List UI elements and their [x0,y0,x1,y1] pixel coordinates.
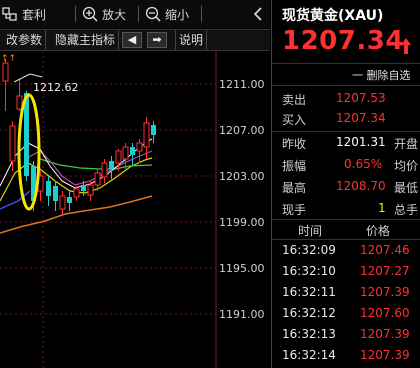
last-price: 1207.34 [282,26,404,56]
tick-price: 1207.60 [360,306,410,320]
indicator-tabs: 改参数 隐藏主指标 ◀ ➡ 说明 [0,29,270,51]
candle-body [53,186,58,201]
candle-body [59,195,66,210]
candle-body [115,150,122,164]
tick-price: 1207.39 [360,327,410,341]
tick-time: 16:32:13 [282,327,336,341]
toolbar-divider [138,6,139,22]
candle-body [143,122,150,148]
candle-body [73,188,80,198]
total-label: 总手 [394,203,419,217]
divider [272,63,420,64]
cursor-marker: ↑↑ [1,54,16,64]
tab-prev-button[interactable]: ◀ [122,32,142,48]
candle-body [46,181,51,196]
tick-time: 16:32:12 [282,306,336,320]
candles [2,59,156,216]
tab-edit-params[interactable]: 改参数 [3,30,47,50]
candle-body [136,142,143,152]
candle-body [94,172,101,186]
ma-white-line [0,138,153,189]
zoom-in-button[interactable]: 放大 [82,4,126,24]
buy-value: 1207.34 [336,111,386,125]
time-column-header: 时间 [298,224,323,238]
divider [272,239,420,240]
chart-toolbar: 套利 放大 缩小 [0,0,270,28]
toolbar-divider [75,6,76,22]
price-column-header: 价格 [366,224,391,238]
back-button[interactable] [250,5,266,23]
divider [272,219,420,220]
price-tick: 1195.00 [219,262,265,275]
arbitrage-label: 套利 [22,7,47,22]
candle-body [130,147,135,155]
candle-body [16,95,23,110]
peak-price-label: 1212.62 [33,81,79,94]
divider [272,131,420,132]
sell-label: 卖出 [282,93,307,107]
zoom-in-label: 放大 [102,7,127,22]
high-label: 最高 [282,181,307,195]
sell-value: 1207.53 [336,91,386,105]
candle-body [67,197,72,203]
tick-price: 1207.46 [360,243,410,257]
candle-body [9,125,16,162]
price-tick: 1191.00 [219,308,265,321]
high-value: 1208.70 [336,179,386,193]
price-tick: 1203.00 [219,170,265,183]
avg-label: 均价 [394,159,419,173]
arbitrage-button[interactable]: 套利 [2,4,46,24]
tick-price: 1207.27 [360,264,410,278]
quote-panel: 现货黄金(XAU) 1207.34 一 删除自选 卖出 1207.53 买入 1… [271,0,420,368]
tab-hide-main-indicator[interactable]: 隐藏主指标 [52,30,120,50]
peak-marker: 1212.62 [13,73,79,94]
amplitude-label: 振幅 [282,159,307,173]
open-label: 开盘 [394,137,419,151]
prev-close-label: 昨收 [282,137,307,151]
tick-time: 16:32:11 [282,285,336,299]
candle-body [101,162,108,178]
price-axis: 1211.00 1207.00 1203.00 1199.00 1195.00 … [219,78,265,321]
remove-favorite-button[interactable]: 一 删除自选 [352,67,411,83]
candle-body [81,185,86,191]
tick-time: 16:32:10 [282,264,336,278]
tick-time: 16:32:09 [282,243,336,257]
chevron-left-icon [253,7,262,21]
arrow-up-icon [400,36,412,56]
hand-label: 现手 [282,203,307,217]
tick-price: 1207.39 [360,348,410,362]
candle-body [87,184,94,196]
tab-help[interactable]: 说明 [175,30,208,50]
instrument-name: 现货黄金(XAU) [282,8,384,24]
tab-next-button[interactable]: ➡ [147,32,167,48]
divider [272,85,420,86]
zoom-out-icon [145,6,161,22]
candle-body [109,161,114,169]
price-tick: 1211.00 [219,78,265,91]
prev-close-value: 1201.31 [336,135,386,149]
buy-label: 买入 [282,113,307,127]
amplitude-value: 0.65% [344,157,383,171]
hand-value: 1 [378,201,386,215]
low-label: 最低 [394,181,419,195]
price-tick: 1207.00 [219,124,265,137]
candle-body [2,62,9,82]
candlestick-chart[interactable]: 1212.62 ↑↑ 1211.00 1207.00 1203.00 1199.… [0,51,270,368]
price-tick: 1199.00 [219,216,265,229]
arbitrage-icon [2,6,18,22]
toolbar-divider [201,6,202,22]
zoom-out-label: 缩小 [165,7,190,22]
candle-body [151,125,156,135]
zoom-in-icon [82,6,98,22]
tick-price: 1207.39 [360,285,410,299]
tick-time: 16:32:14 [282,348,336,362]
zoom-out-button[interactable]: 缩小 [145,4,189,24]
candle-body [122,146,129,160]
